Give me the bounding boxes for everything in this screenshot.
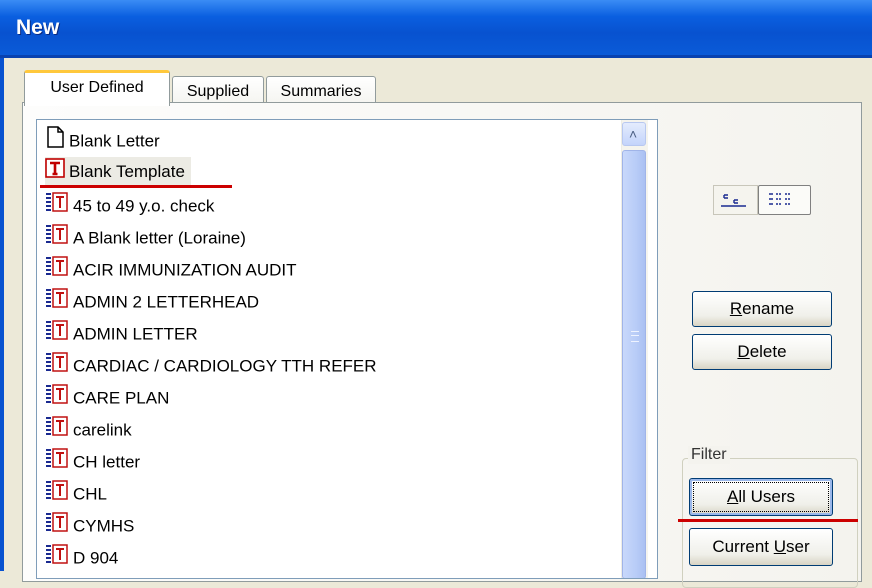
grip-icon: [631, 331, 639, 342]
window-title: New: [16, 16, 60, 39]
title-bar: New: [0, 0, 872, 58]
user-template-icon: [45, 543, 69, 575]
user-template-icon: [45, 447, 69, 479]
current-user-label: ser: [786, 537, 810, 556]
details-view-icon: [769, 193, 790, 205]
list-item-label: Blank Letter: [69, 131, 160, 151]
list-item-label: CHL: [73, 484, 108, 504]
list-item-label: CARE PLAN: [73, 388, 170, 408]
list-item[interactable]: ACIR IMMUNIZATION AUDIT: [45, 255, 297, 285]
list-item[interactable]: D 904: [45, 543, 118, 573]
list-item-label: CH letter: [73, 452, 141, 472]
list-item-label: Blank Template: [69, 162, 185, 181]
list-item[interactable]: ADMIN 2 LETTERHEAD: [45, 287, 259, 317]
list-view-button[interactable]: [713, 185, 758, 215]
user-template-icon: [45, 415, 69, 447]
chevron-up-icon: ˄: [629, 126, 638, 142]
all-users-label: ll Users: [738, 487, 795, 506]
list-item[interactable]: CYMHS: [45, 511, 134, 541]
rename-label: ename: [742, 299, 795, 318]
list-item-label: D 904: [73, 548, 119, 568]
rename-mnemonic: R: [729, 299, 743, 318]
tab-user-defined[interactable]: User Defined: [24, 70, 170, 106]
list-scrollbar[interactable]: ˄: [621, 120, 648, 578]
list-item-label: 45 to 49 y.o. check: [73, 196, 215, 216]
list-item-label: CYMHS: [73, 516, 135, 536]
scroll-up-button[interactable]: ˄: [622, 122, 646, 146]
user-template-icon: [45, 191, 69, 223]
user-template-icon: [45, 511, 69, 543]
delete-button[interactable]: Delete: [692, 334, 832, 370]
list-item-label: ACIR IMMUNIZATION AUDIT: [73, 260, 297, 280]
delete-label: elete: [749, 342, 787, 361]
user-template-icon: [45, 319, 69, 351]
rename-button[interactable]: Rename: [692, 291, 832, 327]
list-item[interactable]: CH letter: [45, 447, 140, 477]
user-template-icon: [45, 479, 69, 511]
list-item-label: ADMIN 2 LETTERHEAD: [73, 292, 260, 312]
all-users-mnemonic: A: [726, 487, 739, 506]
user-template-icon: [45, 383, 69, 415]
filter-label: Filter: [688, 446, 730, 464]
list-item-label: CARDIAC / CARDIOLOGY TTH REFER: [73, 356, 377, 376]
list-view-icon: [721, 194, 746, 207]
list-item-label: ADMIN LETTER: [73, 324, 198, 344]
list-item[interactable]: Blank Letter: [45, 126, 160, 156]
all-users-button[interactable]: All Users: [689, 478, 833, 516]
user-template-icon: [45, 255, 69, 287]
list-item-label: A Blank letter (Loraine): [73, 228, 246, 248]
list-item[interactable]: Blank Template: [45, 157, 191, 187]
template-icon: [45, 157, 65, 188]
list-item[interactable]: 45 to 49 y.o. check: [45, 191, 214, 221]
tab-label: Supplied: [186, 83, 250, 100]
annotation-underline: [40, 185, 232, 188]
list-item[interactable]: carelink: [45, 415, 132, 445]
current-user-mnemonic: U: [773, 537, 787, 556]
template-list[interactable]: Blank Letter Blank Template 45 to 49 y.o…: [36, 119, 658, 579]
delete-mnemonic: D: [737, 342, 750, 361]
tab-label: Summaries: [280, 83, 362, 100]
current-user-label-pre: Current: [712, 537, 774, 556]
user-template-icon: [45, 223, 69, 255]
list-item[interactable]: CARDIAC / CARDIOLOGY TTH REFER: [45, 351, 377, 381]
list-item[interactable]: CARE PLAN: [45, 383, 169, 413]
scroll-thumb[interactable]: [622, 150, 646, 578]
annotation-underline: [678, 519, 858, 522]
user-template-icon: [45, 287, 69, 319]
tab-label: User Defined: [50, 79, 144, 96]
current-user-button[interactable]: Current User: [689, 528, 833, 566]
user-template-icon: [45, 351, 69, 383]
list-item[interactable]: A Blank letter (Loraine): [45, 223, 246, 253]
details-view-button[interactable]: [758, 185, 811, 215]
list-item[interactable]: CHL: [45, 479, 107, 509]
blank-document-icon: [45, 126, 65, 158]
list-item[interactable]: ADMIN LETTER: [45, 319, 198, 349]
view-toggle[interactable]: [713, 185, 811, 215]
list-item-label: carelink: [73, 420, 132, 440]
